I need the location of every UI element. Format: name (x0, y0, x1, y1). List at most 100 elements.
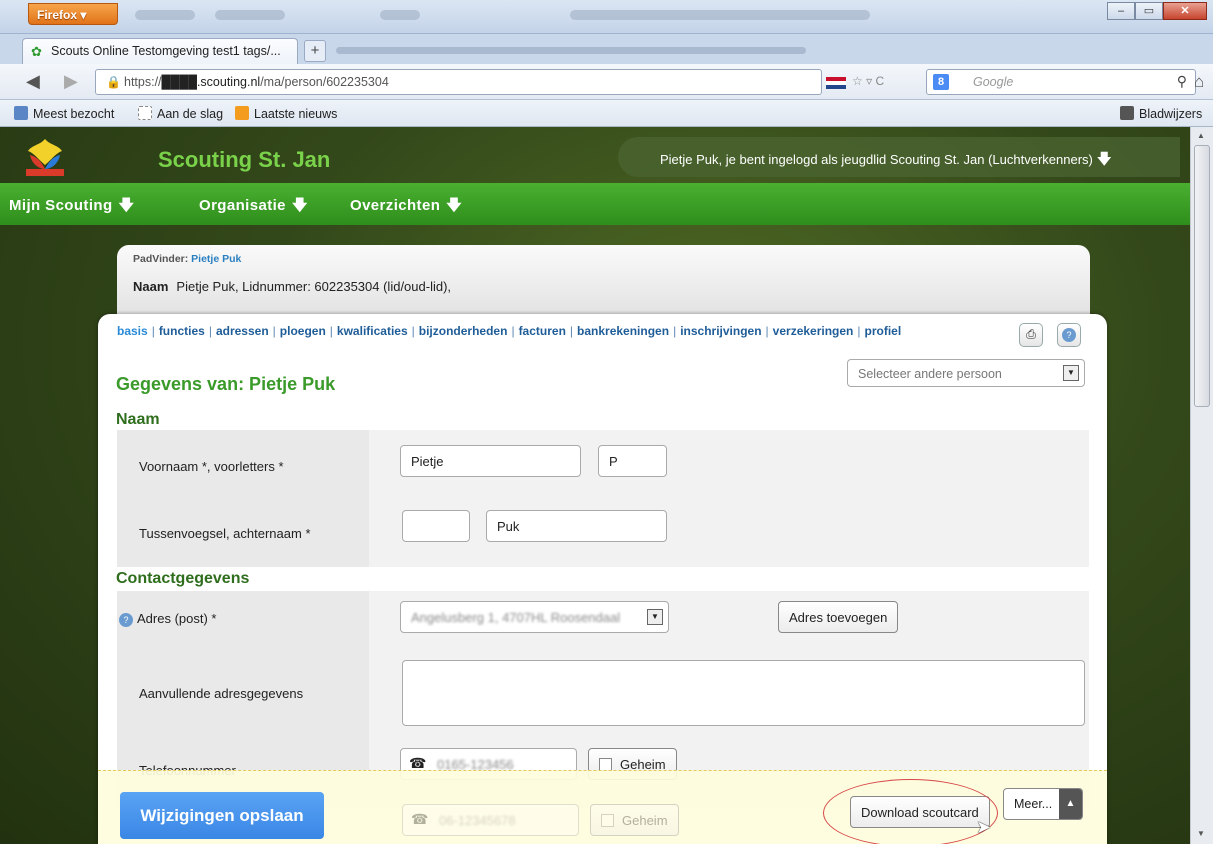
tab-separator: | (511, 324, 515, 338)
bookmark-aan-de-slag[interactable]: Aan de slag (138, 106, 223, 121)
main-menu: Mijn Scouting 🡇 Organisatie 🡇 Overzichten 🡇 (0, 183, 1190, 225)
achternaam-input[interactable]: Puk (486, 510, 667, 542)
meer-dropdown-button[interactable]: Meer... ▲ (1003, 788, 1083, 820)
person-summary-name: Naam Pietje Puk, Lidnummer: 602235304 (li… (133, 279, 451, 294)
tab-separator: | (569, 324, 574, 338)
page-scrollbar[interactable]: ▲ ▼ (1190, 127, 1213, 844)
new-tab-button[interactable]: + (304, 40, 326, 62)
tab-bankrekeningen[interactable]: bankrekeningen (577, 324, 669, 338)
section-contactgegevens: Contactgegevens (116, 570, 250, 587)
bookmark-laatste-nieuws[interactable]: Laatste nieuws (235, 106, 337, 121)
select-person-dropdown[interactable]: Selecteer andere persoon ▼ (847, 359, 1085, 387)
close-icon[interactable]: ✕ (1163, 2, 1207, 20)
arrow-down-icon: 🡇 (1096, 151, 1112, 168)
menu-overzichten[interactable]: Overzichten 🡇 (350, 195, 462, 220)
form-row-voornaam: Voornaam *, voorletters * Pietje P (117, 430, 1089, 502)
geheim2-checkbox[interactable]: Geheim (590, 804, 679, 836)
minimize-icon[interactable]: – (1107, 2, 1135, 20)
bookmarks-menu-label: Bladwijzers (1139, 107, 1203, 121)
voornaam-input[interactable]: Pietje (400, 445, 581, 477)
bookmark-label: Aan de slag (157, 107, 224, 121)
rss-icon (235, 106, 249, 120)
save-changes-button[interactable]: Wijzigingen opslaan (120, 792, 324, 839)
tab-separator: | (329, 324, 333, 338)
browser-tab-title: Scouts Online Testomgeving test1 tags/..… (51, 44, 281, 58)
navigation-bar: ◀ ▶ 🔒 https://████.scouting.nl/ma/person… (0, 64, 1213, 100)
highlight-circle (823, 779, 998, 844)
tab-profiel[interactable]: profiel (865, 324, 902, 338)
scroll-down-icon[interactable]: ▼ (1197, 829, 1205, 838)
url-bar[interactable]: 🔒 https://████.scouting.nl/ma/person/602… (95, 69, 822, 95)
tab-verzekeringen[interactable]: verzekeringen (773, 324, 854, 338)
telefoon2-value: 06-12345678 (439, 813, 516, 828)
telefoon2-input[interactable]: ☎ 06-12345678 (402, 804, 579, 836)
browser-tab[interactable]: ✿ Scouts Online Testomgeving test1 tags/… (22, 38, 298, 64)
search-icon[interactable]: ⚲ (1177, 73, 1187, 90)
padvinder-breadcrumb: PadVinder: Pietje Puk (133, 253, 241, 265)
adres-select[interactable]: Angelusberg 1, 4707HL Roosendaal ▼ (400, 601, 669, 633)
bookmarks-menu[interactable]: Bladwijzers (1120, 106, 1202, 121)
sticky-action-bar: Wijzigingen opslaan ☎ 06-12345678 Geheim… (98, 770, 1107, 844)
aanvullend-label: Aanvullende adresgegevens (139, 686, 304, 701)
blurred-tab-group (336, 47, 806, 54)
forward-arrow-icon[interactable]: ▶ (64, 71, 78, 92)
login-status-text: Pietje Puk, je bent ingelogd als jeugdli… (660, 152, 1093, 167)
site-title[interactable]: Scouting St. Jan (158, 147, 330, 173)
most-visited-icon (14, 106, 28, 120)
arrow-down-icon: 🡇 (118, 197, 135, 214)
help-button[interactable]: ? (1057, 323, 1081, 347)
back-arrow-icon[interactable]: ◀ (26, 71, 40, 92)
window-title-blurred (570, 10, 870, 20)
tab-separator: | (272, 324, 276, 338)
menu-label: Overzichten (350, 197, 441, 214)
tab-inschrijvingen[interactable]: inschrijvingen (680, 324, 761, 338)
maximize-icon[interactable]: ▭ (1135, 2, 1163, 20)
menu-mijn-scouting[interactable]: Mijn Scouting 🡇 (9, 195, 134, 220)
tussenvoegsel-input[interactable] (402, 510, 470, 542)
help-icon[interactable]: ? (119, 613, 133, 627)
form-row-achternaam: Tussenvoegsel, achternaam * Puk (117, 502, 1089, 567)
menu-organisatie[interactable]: Organisatie 🡇 (199, 195, 308, 220)
voornaam-label: Voornaam *, voorletters * (139, 459, 284, 474)
geheim2-label: Geheim (622, 813, 668, 828)
mouse-cursor-icon: ➤ (976, 817, 992, 837)
tab-basis[interactable]: basis (117, 324, 148, 338)
tab-separator: | (765, 324, 769, 338)
search-input[interactable]: 8 Google ⚲ (926, 69, 1196, 95)
url-domain: ████.scouting.nl (161, 75, 261, 89)
web-page: Scouting St. Jan Pietje Puk, je bent ing… (0, 127, 1190, 844)
bookmarks-toolbar: Meest bezocht Aan de slag Laatste nieuws… (0, 100, 1213, 127)
tab-separator: | (857, 324, 861, 338)
print-button[interactable]: ⎙ (1019, 323, 1043, 347)
voorletters-input[interactable]: P (598, 445, 667, 477)
adres-toevoegen-button[interactable]: Adres toevoegen (778, 601, 899, 633)
arrow-down-icon: 🡇 (446, 197, 463, 214)
chevron-down-icon: ▼ (1063, 365, 1079, 381)
telephone-icon: ☎ (411, 811, 429, 827)
tab-facturen[interactable]: facturen (519, 324, 566, 338)
scouting-logo-icon[interactable] (24, 135, 66, 177)
checkbox-icon (601, 814, 614, 827)
tab-bijzonderheden[interactable]: bijzonderheden (419, 324, 508, 338)
adres-value: Angelusberg 1, 4707HL Roosendaal (411, 610, 621, 625)
page-icon (138, 106, 152, 120)
bookmark-meest-bezocht[interactable]: Meest bezocht (14, 106, 114, 121)
menu-label: Mijn Scouting (9, 197, 113, 214)
scroll-up-icon[interactable]: ▲ (1197, 131, 1205, 140)
tab-ploegen[interactable]: ploegen (280, 324, 326, 338)
tab-functies[interactable]: functies (159, 324, 205, 338)
menu-label: Organisatie (199, 197, 286, 214)
bookmarks-icon (1120, 106, 1134, 120)
login-status-bar[interactable]: Pietje Puk, je bent ingelogd als jeugdli… (618, 137, 1180, 177)
aanvullend-textarea[interactable] (402, 660, 1085, 726)
padvinder-person-link[interactable]: Pietje Puk (191, 253, 241, 265)
tab-kwalificaties[interactable]: kwalificaties (337, 324, 408, 338)
tab-adressen[interactable]: adressen (216, 324, 269, 338)
firefox-menu-button[interactable]: Firefox ▾ (28, 3, 118, 25)
section-naam: Naam (116, 411, 160, 428)
window-title-blurred (380, 10, 420, 20)
tab-separator: | (151, 324, 155, 338)
form-row-adres: ? Adres (post) * Angelusberg 1, 4707HL Ro… (117, 591, 1089, 656)
home-icon[interactable]: ⌂ (1194, 72, 1204, 92)
scroll-thumb[interactable] (1194, 145, 1210, 407)
